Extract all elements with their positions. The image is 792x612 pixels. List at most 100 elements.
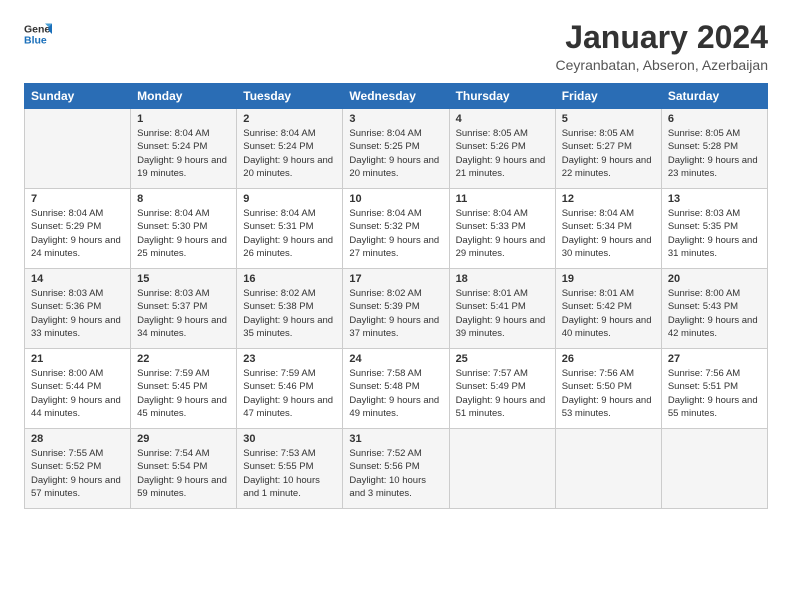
day-info: Sunrise: 7:59 AM Sunset: 5:45 PM Dayligh…	[137, 367, 230, 420]
weekday-saturday: Saturday	[661, 84, 767, 109]
calendar-cell	[25, 109, 131, 189]
day-number: 23	[243, 353, 336, 365]
day-info: Sunrise: 8:00 AM Sunset: 5:44 PM Dayligh…	[31, 367, 124, 420]
daylight: Daylight: 9 hours and 45 minutes.	[137, 395, 227, 419]
day-info: Sunrise: 8:01 AM Sunset: 5:42 PM Dayligh…	[562, 287, 655, 340]
day-number: 26	[562, 353, 655, 365]
day-info: Sunrise: 8:04 AM Sunset: 5:29 PM Dayligh…	[31, 207, 124, 260]
day-number: 24	[349, 353, 442, 365]
calendar-cell: 22 Sunrise: 7:59 AM Sunset: 5:45 PM Dayl…	[131, 349, 237, 429]
header: General Blue January 2024 Ceyranbatan, A…	[24, 20, 768, 73]
day-info: Sunrise: 8:02 AM Sunset: 5:39 PM Dayligh…	[349, 287, 442, 340]
sunrise: Sunrise: 8:02 AM	[243, 288, 315, 299]
calendar-subtitle: Ceyranbatan, Abseron, Azerbaijan	[556, 57, 768, 73]
calendar-cell: 13 Sunrise: 8:03 AM Sunset: 5:35 PM Dayl…	[661, 189, 767, 269]
day-number: 2	[243, 113, 336, 125]
calendar-cell: 25 Sunrise: 7:57 AM Sunset: 5:49 PM Dayl…	[449, 349, 555, 429]
day-info: Sunrise: 8:03 AM Sunset: 5:35 PM Dayligh…	[668, 207, 761, 260]
sunset: Sunset: 5:36 PM	[31, 301, 101, 312]
sunrise: Sunrise: 7:55 AM	[31, 448, 103, 459]
day-info: Sunrise: 7:54 AM Sunset: 5:54 PM Dayligh…	[137, 447, 230, 500]
weekday-row: Sunday Monday Tuesday Wednesday Thursday…	[25, 84, 768, 109]
day-info: Sunrise: 7:52 AM Sunset: 5:56 PM Dayligh…	[349, 447, 442, 500]
day-number: 14	[31, 273, 124, 285]
daylight: Daylight: 9 hours and 49 minutes.	[349, 395, 439, 419]
weekday-wednesday: Wednesday	[343, 84, 449, 109]
calendar-week-2: 7 Sunrise: 8:04 AM Sunset: 5:29 PM Dayli…	[25, 189, 768, 269]
sunset: Sunset: 5:55 PM	[243, 461, 313, 472]
weekday-tuesday: Tuesday	[237, 84, 343, 109]
calendar-body: 1 Sunrise: 8:04 AM Sunset: 5:24 PM Dayli…	[25, 109, 768, 509]
day-number: 29	[137, 433, 230, 445]
calendar-cell: 5 Sunrise: 8:05 AM Sunset: 5:27 PM Dayli…	[555, 109, 661, 189]
day-info: Sunrise: 7:53 AM Sunset: 5:55 PM Dayligh…	[243, 447, 336, 500]
sunrise: Sunrise: 8:00 AM	[668, 288, 740, 299]
calendar-cell: 29 Sunrise: 7:54 AM Sunset: 5:54 PM Dayl…	[131, 429, 237, 509]
sunset: Sunset: 5:43 PM	[668, 301, 738, 312]
calendar-cell: 1 Sunrise: 8:04 AM Sunset: 5:24 PM Dayli…	[131, 109, 237, 189]
daylight: Daylight: 9 hours and 40 minutes.	[562, 315, 652, 339]
sunrise: Sunrise: 7:52 AM	[349, 448, 421, 459]
calendar-cell: 31 Sunrise: 7:52 AM Sunset: 5:56 PM Dayl…	[343, 429, 449, 509]
day-info: Sunrise: 7:58 AM Sunset: 5:48 PM Dayligh…	[349, 367, 442, 420]
calendar-week-3: 14 Sunrise: 8:03 AM Sunset: 5:36 PM Dayl…	[25, 269, 768, 349]
calendar-week-1: 1 Sunrise: 8:04 AM Sunset: 5:24 PM Dayli…	[25, 109, 768, 189]
title-block: January 2024 Ceyranbatan, Abseron, Azerb…	[556, 20, 768, 73]
calendar-cell: 30 Sunrise: 7:53 AM Sunset: 5:55 PM Dayl…	[237, 429, 343, 509]
day-number: 11	[456, 193, 549, 205]
day-number: 6	[668, 113, 761, 125]
sunset: Sunset: 5:27 PM	[562, 141, 632, 152]
day-number: 12	[562, 193, 655, 205]
daylight: Daylight: 9 hours and 57 minutes.	[31, 475, 121, 499]
calendar-cell: 16 Sunrise: 8:02 AM Sunset: 5:38 PM Dayl…	[237, 269, 343, 349]
daylight: Daylight: 9 hours and 31 minutes.	[668, 235, 758, 259]
day-info: Sunrise: 8:03 AM Sunset: 5:37 PM Dayligh…	[137, 287, 230, 340]
sunset: Sunset: 5:38 PM	[243, 301, 313, 312]
calendar-page: General Blue January 2024 Ceyranbatan, A…	[0, 0, 792, 612]
calendar-cell: 26 Sunrise: 7:56 AM Sunset: 5:50 PM Dayl…	[555, 349, 661, 429]
calendar-cell: 20 Sunrise: 8:00 AM Sunset: 5:43 PM Dayl…	[661, 269, 767, 349]
sunrise: Sunrise: 8:03 AM	[668, 208, 740, 219]
calendar-cell: 10 Sunrise: 8:04 AM Sunset: 5:32 PM Dayl…	[343, 189, 449, 269]
sunset: Sunset: 5:54 PM	[137, 461, 207, 472]
daylight: Daylight: 10 hours and 1 minute.	[243, 475, 320, 499]
sunrise: Sunrise: 8:04 AM	[349, 128, 421, 139]
day-info: Sunrise: 8:04 AM Sunset: 5:33 PM Dayligh…	[456, 207, 549, 260]
sunset: Sunset: 5:44 PM	[31, 381, 101, 392]
daylight: Daylight: 9 hours and 35 minutes.	[243, 315, 333, 339]
daylight: Daylight: 9 hours and 21 minutes.	[456, 155, 546, 179]
day-number: 15	[137, 273, 230, 285]
day-info: Sunrise: 8:02 AM Sunset: 5:38 PM Dayligh…	[243, 287, 336, 340]
day-number: 17	[349, 273, 442, 285]
day-info: Sunrise: 8:04 AM Sunset: 5:24 PM Dayligh…	[137, 127, 230, 180]
day-number: 8	[137, 193, 230, 205]
daylight: Daylight: 10 hours and 3 minutes.	[349, 475, 426, 499]
day-number: 5	[562, 113, 655, 125]
daylight: Daylight: 9 hours and 42 minutes.	[668, 315, 758, 339]
day-info: Sunrise: 7:59 AM Sunset: 5:46 PM Dayligh…	[243, 367, 336, 420]
calendar-cell: 24 Sunrise: 7:58 AM Sunset: 5:48 PM Dayl…	[343, 349, 449, 429]
day-number: 25	[456, 353, 549, 365]
calendar-cell: 4 Sunrise: 8:05 AM Sunset: 5:26 PM Dayli…	[449, 109, 555, 189]
sunset: Sunset: 5:48 PM	[349, 381, 419, 392]
day-info: Sunrise: 8:04 AM Sunset: 5:25 PM Dayligh…	[349, 127, 442, 180]
day-info: Sunrise: 7:57 AM Sunset: 5:49 PM Dayligh…	[456, 367, 549, 420]
daylight: Daylight: 9 hours and 22 minutes.	[562, 155, 652, 179]
calendar-cell: 18 Sunrise: 8:01 AM Sunset: 5:41 PM Dayl…	[449, 269, 555, 349]
day-number: 16	[243, 273, 336, 285]
sunset: Sunset: 5:33 PM	[456, 221, 526, 232]
sunset: Sunset: 5:25 PM	[349, 141, 419, 152]
sunset: Sunset: 5:35 PM	[668, 221, 738, 232]
sunrise: Sunrise: 8:04 AM	[243, 208, 315, 219]
sunrise: Sunrise: 8:05 AM	[456, 128, 528, 139]
daylight: Daylight: 9 hours and 27 minutes.	[349, 235, 439, 259]
calendar-cell	[555, 429, 661, 509]
calendar-header: Sunday Monday Tuesday Wednesday Thursday…	[25, 84, 768, 109]
daylight: Daylight: 9 hours and 20 minutes.	[243, 155, 333, 179]
calendar-cell: 15 Sunrise: 8:03 AM Sunset: 5:37 PM Dayl…	[131, 269, 237, 349]
sunset: Sunset: 5:29 PM	[31, 221, 101, 232]
daylight: Daylight: 9 hours and 23 minutes.	[668, 155, 758, 179]
day-info: Sunrise: 8:00 AM Sunset: 5:43 PM Dayligh…	[668, 287, 761, 340]
sunrise: Sunrise: 8:04 AM	[31, 208, 103, 219]
calendar-cell	[661, 429, 767, 509]
